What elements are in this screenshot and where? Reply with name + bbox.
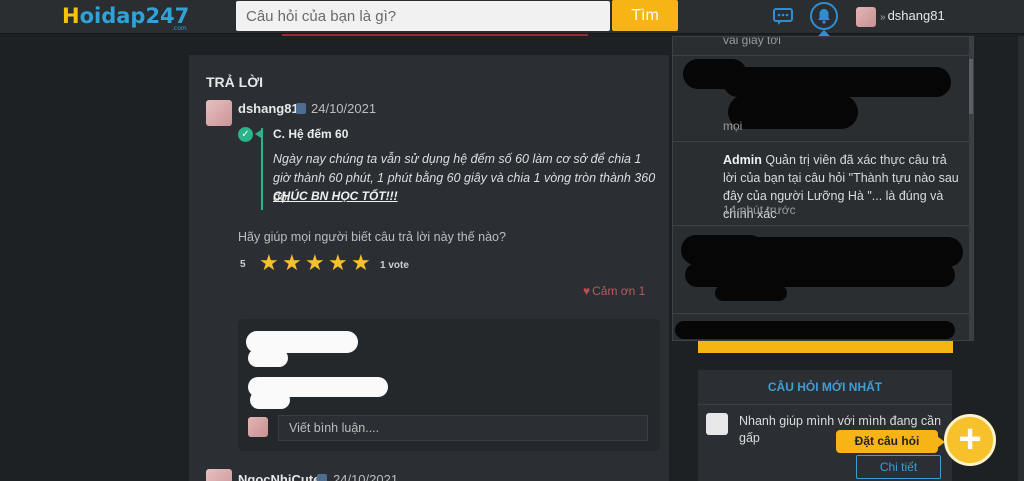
site-logo[interactable]: Hoidap247 .com	[62, 4, 189, 32]
chevron-down-icon: »	[880, 12, 886, 23]
notification-time: 14 phút trước	[723, 203, 796, 217]
redaction-scribble	[685, 263, 955, 287]
notification-sender: Admin	[723, 153, 762, 167]
answer-card: TRẢ LỜI dshang81 24/10/2021 ✓ C. Hệ đếm …	[189, 55, 669, 481]
answer-date: 24/10/2021	[311, 101, 377, 116]
answer-author-avatar[interactable]	[206, 100, 232, 126]
page-scrollbar[interactable]	[1018, 36, 1024, 481]
star-icon[interactable]: ★	[259, 252, 279, 274]
answer-signature: CHÚC BN HỌC TỐT!!!	[273, 189, 398, 203]
notifications-dropdown: vài giây tới mọi Admin Quản trị viên đã …	[672, 36, 974, 341]
heart-icon: ♥	[583, 284, 591, 298]
username-label: dshang81	[887, 8, 945, 23]
verified-check-icon: ✓	[238, 127, 253, 142]
panel-divider	[698, 404, 952, 405]
notification-partial-text: vài giây tới	[723, 36, 781, 47]
user-menu[interactable]: » dshang81	[880, 8, 945, 23]
chat-icon[interactable]	[773, 6, 793, 26]
star-icon[interactable]: ★	[305, 252, 325, 274]
rank-badge-icon	[317, 474, 327, 481]
notification-divider	[673, 313, 969, 314]
section-title: TRẢ LỜI	[206, 74, 264, 90]
answer-author-name[interactable]: NgocNhiCute	[238, 472, 320, 481]
thanks-button[interactable]: ♥ Cảm ơn 1	[583, 284, 645, 298]
notifications-scrollbar-thumb[interactable]	[969, 59, 973, 114]
bell-icon	[818, 9, 830, 24]
rating-score: 5	[240, 259, 246, 270]
logo-letter-h: H	[62, 4, 80, 28]
answer-heading: C. Hệ đếm 60	[273, 127, 349, 141]
star-icon[interactable]: ★	[351, 252, 371, 274]
answer-author-name[interactable]: dshang81	[238, 101, 299, 116]
redaction-scribble	[728, 95, 858, 129]
detail-button[interactable]: Chi tiết	[856, 455, 941, 479]
notification-divider	[673, 141, 969, 142]
answer-date: 24/10/2021	[333, 472, 399, 481]
notification-partial-text: mọi	[723, 119, 743, 133]
top-navbar: Hoidap247 .com Tìm »dshang81	[0, 0, 1024, 34]
notification-divider	[673, 55, 969, 56]
star-icon[interactable]: ★	[282, 252, 302, 274]
newest-questions-panel: CÂU HỎI MỚI NHẤT Nhanh giúp mình với mìn…	[698, 370, 952, 481]
star-icon[interactable]: ★	[328, 252, 348, 274]
comment-input[interactable]	[278, 415, 648, 441]
redaction-scribble	[250, 391, 290, 409]
redaction-scribble	[715, 285, 787, 301]
rank-badge-icon	[296, 103, 306, 114]
search-button[interactable]: Tìm	[612, 0, 678, 31]
vote-count: 1 vote	[380, 260, 409, 271]
rating-prompt: Hãy giúp mọi người biết câu trả lời này …	[238, 230, 506, 244]
answer-quote-bar	[261, 128, 263, 210]
user-avatar[interactable]	[856, 7, 876, 27]
comment-avatar	[248, 417, 268, 437]
comment-section	[238, 319, 660, 451]
logo-suffix: .com	[172, 25, 187, 32]
redaction-scribble	[248, 349, 288, 367]
question-avatar	[706, 413, 728, 435]
panel-title: CÂU HỎI MỚI NHẤT	[767, 380, 883, 394]
sidebar-banner[interactable]	[698, 341, 953, 353]
search-input[interactable]	[236, 1, 610, 31]
notifications-button[interactable]	[810, 2, 838, 30]
add-question-button[interactable]: +	[944, 414, 996, 466]
answer-author-avatar[interactable]	[206, 469, 232, 481]
divider	[282, 34, 588, 36]
rating-stars[interactable]: ★ ★ ★ ★ ★	[259, 252, 371, 274]
notification-divider	[673, 225, 969, 226]
redaction-scribble	[723, 67, 951, 97]
thanks-label: Cảm ơn 1	[592, 284, 646, 298]
ask-question-label[interactable]: Đặt câu hỏi	[836, 430, 938, 453]
redaction-scribble	[675, 321, 955, 339]
